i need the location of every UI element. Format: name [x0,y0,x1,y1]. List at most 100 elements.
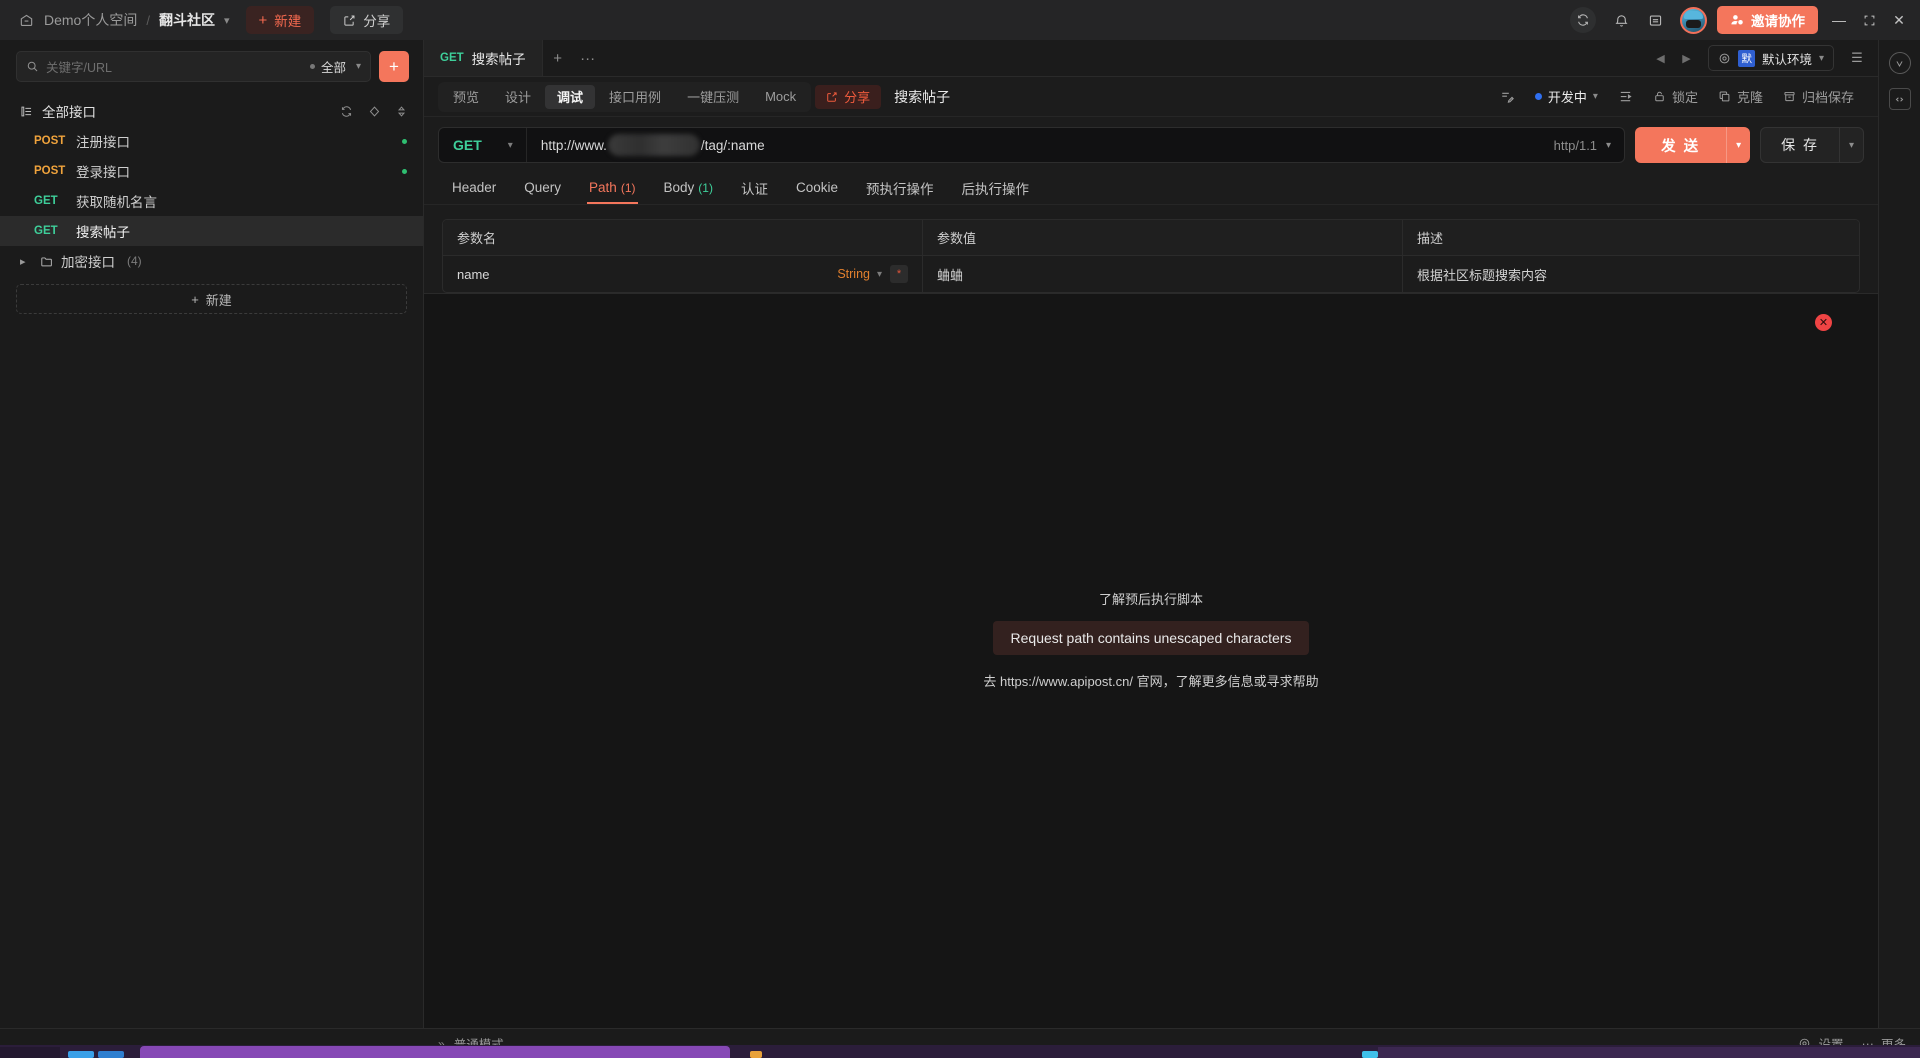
sidebar-item-label: 获取随机名言 [76,195,157,210]
cell-param-value[interactable]: 蛐蛐 [923,256,1403,292]
environment-selector[interactable]: 默 默认环境 ▾ [1708,45,1834,71]
chevron-down-icon[interactable]: ▾ [224,14,230,27]
taskbar-start[interactable] [0,1047,60,1058]
send-button[interactable]: 发 送 [1635,127,1727,163]
chevron-right-icon[interactable]: ▸ [20,255,32,268]
chevron-down-icon[interactable]: ▾ [877,269,882,280]
invite-collaborate-button[interactable]: 邀请协作 [1717,6,1818,34]
menu-icon[interactable]: ☰ [1844,45,1870,71]
required-toggle[interactable]: * [890,265,908,283]
tab-search-post[interactable]: GET 搜索帖子 [424,40,543,76]
tab-prev-icon[interactable]: ◀ [1648,45,1672,71]
sidebar-item-register[interactable]: POST 注册接口 [0,126,423,156]
archive-icon [1783,90,1796,103]
code-icon[interactable] [1888,88,1911,110]
sidebar-folder-encrypted[interactable]: ▸ 加密接口 (4) [0,246,423,276]
lock-button[interactable]: 锁定 [1643,84,1708,110]
sidebar-new-button[interactable]: + 新建 [16,284,407,314]
share-button[interactable]: 分享 [330,6,404,34]
sidebar-item-random-quote[interactable]: GET 获取随机名言 [0,186,423,216]
search-input[interactable]: 关键字/URL 全部 ▾ [16,51,371,82]
param-type-value[interactable]: String [837,267,870,281]
taskbar-active-window[interactable] [140,1046,730,1058]
param-tab-body[interactable]: Body (1) [650,171,727,204]
http-version-selector[interactable]: http/1.1 ▾ [1541,138,1624,153]
tab-bar-right: ◀ ▶ 默 默认环境 ▾ ☰ [1648,40,1878,76]
body: 关键字/URL 全部 ▾ + 全部接口 POST 注册接口 POST 登录接口 … [0,40,1920,1028]
response-hint[interactable]: 了解预后执行脚本 [983,589,1318,608]
tab-mock[interactable]: Mock [753,85,808,109]
cell-param-name[interactable]: name String ▾ * [443,256,923,292]
sidebar-item-search-post[interactable]: GET 搜索帖子 [0,216,423,246]
param-tab-query[interactable]: Query [510,171,575,204]
bell-icon[interactable] [1604,3,1638,37]
sidebar-item-label: 搜索帖子 [76,225,130,240]
sidebar-item-label: 注册接口 [76,135,130,150]
close-icon[interactable]: ✕ [1815,314,1832,331]
sidebar-item-label: 登录接口 [76,165,130,180]
send-dropdown-icon[interactable]: ▾ [1726,127,1751,163]
new-button[interactable]: + 新建 [245,6,315,34]
breadcrumb-separator: / [146,12,150,28]
maximize-icon[interactable] [1854,5,1884,35]
workspace-name[interactable]: Demo个人空间 [44,10,137,30]
panel-icon[interactable] [1638,3,1672,37]
toolbar-share-label: 分享 [844,90,871,105]
save-dropdown-icon[interactable]: ▾ [1840,127,1864,163]
status-label: 开发中 [1547,90,1587,105]
param-tab-label: Cookie [795,180,838,195]
tab-preview[interactable]: 预览 [441,85,491,109]
tab-more-button[interactable]: ··· [573,40,603,76]
taskbar-item[interactable] [750,1051,762,1058]
param-tab-auth[interactable]: 认证 [727,171,782,204]
tab-testcases[interactable]: 接口用例 [597,85,673,109]
status-badge[interactable]: 开发中 ▾ [1525,84,1608,110]
sidebar-group-header[interactable]: 全部接口 [0,96,423,126]
chevron-down-icon: ▾ [1606,139,1612,151]
taskbar-item[interactable] [68,1051,94,1058]
cell-param-description[interactable]: 根据社区标题搜索内容 [1403,256,1859,292]
response-footer[interactable]: 去 https://www.apipost.cn/ 官网，了解更多信息或寻求帮助 [983,671,1318,690]
project-name[interactable]: 翻斗社区 [159,10,215,30]
param-tab-count: (1) [620,180,636,195]
param-tab-post-script[interactable]: 后执行操作 [947,171,1043,204]
toolbar-share-button[interactable]: 分享 [815,84,882,109]
param-tab-path[interactable]: Path (1) [575,171,649,204]
param-tab-header[interactable]: Header [438,171,510,204]
url-prefix: http://www. [540,137,607,153]
url-input[interactable]: http://www. /tag/:name [527,134,1541,156]
param-tab-pre-script[interactable]: 预执行操作 [852,171,948,204]
sort-icon[interactable] [396,105,407,118]
breadcrumb: Demo个人空间 / 翻斗社区 ▾ [18,10,230,30]
new-button-label: 新建 [274,14,302,29]
tab-stress-test[interactable]: 一键压测 [675,85,751,109]
sync-icon[interactable] [1570,7,1596,33]
param-name-value: name [457,266,490,282]
filter-icon[interactable] [368,105,381,118]
sidebar-item-login[interactable]: POST 登录接口 [0,156,423,186]
refresh-icon[interactable] [340,105,353,118]
tab-design[interactable]: 设计 [493,85,543,109]
new-tab-button[interactable]: + [543,40,573,76]
save-button[interactable]: 保 存 [1760,127,1840,163]
close-icon[interactable]: ✕ [1884,5,1914,35]
param-tab-cookie[interactable]: Cookie [782,171,852,204]
minimize-icon[interactable]: — [1824,5,1854,35]
add-api-button[interactable]: + [379,51,409,82]
tab-debug[interactable]: 调试 [545,84,596,109]
version-icon[interactable] [1888,52,1911,74]
view-segments: 预览 设计 调试 接口用例 一键压测 Mock [438,81,812,112]
search-filter-dropdown[interactable]: 全部 ▾ [309,57,361,76]
table-row[interactable]: name String ▾ * 蛐蛐 根据社区标题搜索内容 [443,256,1859,292]
tab-next-icon[interactable]: ▶ [1674,45,1698,71]
archive-button[interactable]: 归档保存 [1773,84,1864,110]
method-selector[interactable]: GET ▾ [439,128,527,162]
view-toolbar: 预览 设计 调试 接口用例 一键压测 Mock 分享 搜索帖子 开发中 ▾ 锁定… [424,77,1878,117]
response-empty-state: 了解预后执行脚本 Request path contains unescaped… [983,589,1318,690]
avatar[interactable] [1680,6,1707,34]
indent-icon[interactable] [1608,84,1643,110]
edit-note-icon[interactable] [1490,84,1525,110]
taskbar-item[interactable] [98,1051,124,1058]
clone-button[interactable]: 克隆 [1708,84,1773,110]
taskbar-item[interactable] [1362,1051,1378,1058]
